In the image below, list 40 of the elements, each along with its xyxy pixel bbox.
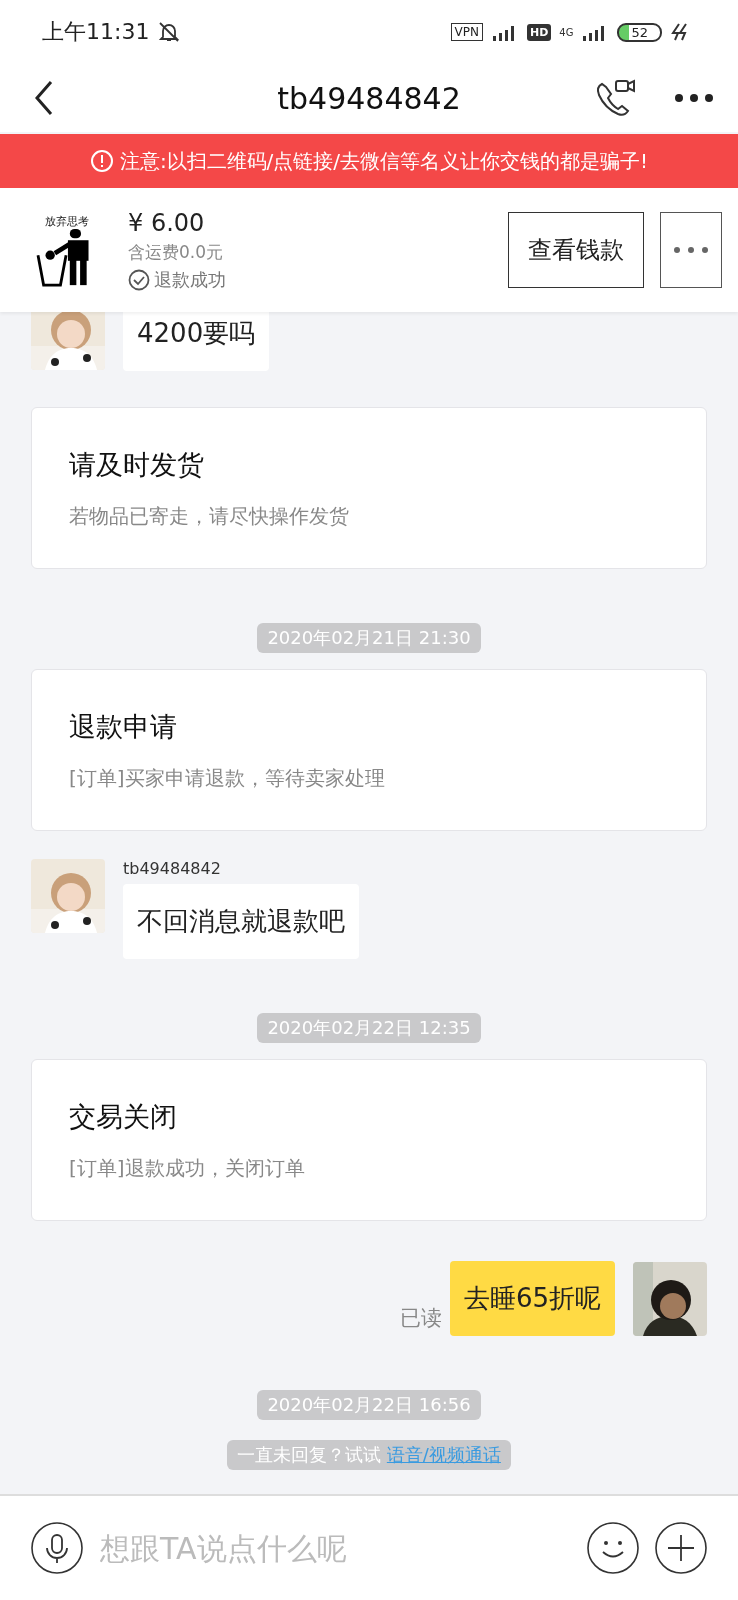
system-card[interactable]: 交易关闭 [订单]退款成功，关闭订单 <box>31 1059 707 1221</box>
mute-bell-icon <box>157 20 182 44</box>
card-text: 若物品已寄走，请尽快操作发货 <box>69 502 350 530</box>
refund-status: 退款成功 <box>154 267 226 292</box>
charging-icon <box>670 22 690 42</box>
input-bar[interactable]: 想跟TA说点什么呢 <box>0 1494 738 1600</box>
network-label: 4G <box>559 26 574 38</box>
card-title: 请及时发货 <box>69 447 205 482</box>
warning-text: 注意:以扫二维码/点链接/去微信等名义让你交钱的都是骗子! <box>119 147 649 175</box>
shipping-fee: 含运费0.0元 <box>128 240 225 264</box>
back-icon[interactable] <box>34 80 54 116</box>
order-price: ¥ 6.00 <box>128 208 206 237</box>
message-bubble: 去睡65折呢 <box>449 1261 615 1336</box>
more-icon <box>673 246 709 254</box>
thumbnail-caption: 放弃思考 <box>45 213 89 229</box>
message-bubble: 不回消息就退款吧 <box>123 884 359 959</box>
more-button[interactable] <box>660 212 722 288</box>
vpn-badge: VPN <box>450 23 483 41</box>
sender-name: tb49484842 <box>123 859 222 878</box>
system-card[interactable]: 退款申请 [订单]买家申请退款，等待卖家处理 <box>31 669 707 831</box>
alert-icon <box>89 149 114 173</box>
microphone-icon[interactable] <box>30 1521 84 1575</box>
card-title: 退款申请 <box>69 709 178 744</box>
card-text: [订单]退款成功，关闭订单 <box>69 1154 306 1182</box>
check-circle-icon <box>128 268 150 291</box>
view-payment-button[interactable]: 查看钱款 <box>508 212 644 288</box>
battery-level: 52 <box>629 24 650 40</box>
more-icon[interactable] <box>674 93 714 103</box>
card-text: [订单]买家申请退款，等待卖家处理 <box>69 764 386 792</box>
card-title: 交易关闭 <box>69 1099 178 1134</box>
message-bubble: 4200要吗 <box>123 312 270 371</box>
message-input[interactable]: 想跟TA说点什么呢 <box>98 1517 572 1579</box>
chat-title: tb49484842 <box>276 80 462 116</box>
status-time: 上午11:31 <box>42 18 150 46</box>
system-card[interactable]: 请及时发货 若物品已寄走，请尽快操作发货 <box>31 407 707 569</box>
hd-badge: HD <box>527 23 552 41</box>
emoji-icon[interactable] <box>586 1521 640 1575</box>
video-call-icon[interactable] <box>594 78 638 118</box>
read-receipt: 已读 <box>399 1305 442 1332</box>
plus-icon[interactable] <box>654 1521 708 1575</box>
